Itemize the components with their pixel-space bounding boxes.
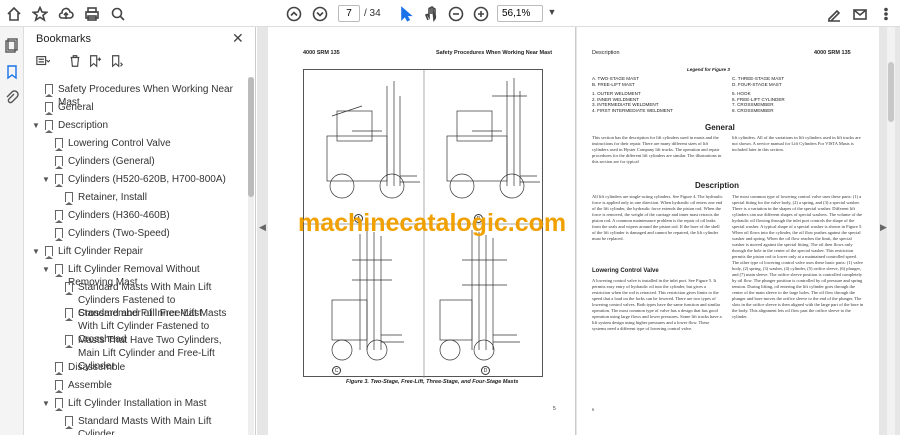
bookmark-icon: [55, 174, 63, 187]
figure-label-d: D: [481, 366, 490, 375]
page-total: / 34: [364, 8, 381, 19]
bookmark-item[interactable]: Standard Masts With Main Lift Cylinder: [65, 415, 246, 435]
bookmarks-scrollbar[interactable]: [248, 77, 254, 435]
next-page-icon[interactable]: [310, 4, 330, 24]
bookmark-icon: [45, 84, 53, 97]
bookmark-icon: [65, 308, 73, 321]
description-text-col1: All lift cylinders are single-acting cyl…: [592, 194, 723, 241]
star-icon[interactable]: [30, 4, 50, 24]
chevron-down-icon[interactable]: ▼: [42, 263, 50, 276]
more-icon[interactable]: [876, 4, 896, 24]
bookmark-icon: [65, 282, 73, 295]
chevron-down-icon[interactable]: ▼: [32, 245, 40, 258]
bookmark-icon: [65, 416, 73, 429]
page-number: 5: [553, 406, 556, 412]
page-header-left: 4000 SRM 135: [303, 50, 340, 56]
bookmark-icon: [45, 120, 53, 133]
document-page-right: Description 4000 SRM 135 Legend for Figu…: [577, 27, 879, 435]
page-number-input[interactable]: [338, 5, 360, 22]
general-text-col1: This section has the description for lif…: [592, 135, 722, 164]
toolbar: / 34 ▼: [0, 0, 900, 27]
bookmark-item[interactable]: Cylinders (H360-460B): [55, 209, 170, 223]
zoom-level-input[interactable]: [497, 5, 543, 22]
delete-bookmark-icon[interactable]: [68, 54, 84, 70]
pages-thumbnails-icon[interactable]: [4, 37, 20, 53]
general-text-col2: lift cylinders. All of the variations in…: [732, 135, 861, 152]
bookmark-item[interactable]: Disassemble: [55, 361, 125, 375]
bookmark-icon: [45, 102, 53, 115]
bookmark-icon: [55, 264, 63, 277]
heading-general: General: [705, 123, 735, 132]
zoom-out-icon[interactable]: [446, 4, 466, 24]
chevron-down-icon[interactable]: ▼: [32, 119, 40, 132]
heading-description: Description: [695, 181, 740, 190]
bookmarks-panel: Bookmarks ✕ Safety Procedures When Worki…: [24, 27, 256, 435]
bookmark-item[interactable]: Assemble: [55, 379, 112, 393]
bookmark-icon: [55, 156, 63, 169]
bookmark-item[interactable]: ▼ Lift Cylinder Repair: [32, 245, 143, 259]
bookmark-item[interactable]: ▼ Description: [32, 119, 108, 133]
bookmark-list: Safety Procedures When Working Near Mast…: [24, 77, 246, 435]
navigation-rail: [0, 27, 24, 435]
figure-caption: Figure 3. Two-Stage, Free-Lift, Three-St…: [346, 379, 519, 385]
bookmark-icon: [55, 398, 63, 411]
scrollbar-thumb[interactable]: [248, 77, 254, 197]
sign-icon[interactable]: [824, 4, 844, 24]
page-header-right: 4000 SRM 135: [814, 50, 851, 56]
bookmark-icon: [65, 335, 73, 348]
bookmark-item[interactable]: Lowering Control Valve: [55, 137, 171, 151]
bookmark-icon: [55, 362, 63, 375]
chevron-down-icon[interactable]: ▼: [42, 397, 50, 410]
add-bookmark-icon[interactable]: [88, 54, 104, 70]
bookmark-item[interactable]: Cylinders (Two-Speed): [55, 227, 170, 241]
watermark: machinecatalogic.com: [298, 209, 567, 237]
bookmark-icon: [55, 210, 63, 223]
document-scrollbar[interactable]: [887, 27, 895, 435]
legend-title: Legend for Figure 3: [687, 67, 730, 72]
figure-label-c: C: [332, 366, 341, 375]
select-cursor-icon[interactable]: [396, 4, 416, 24]
legend-column-2: C. THREE-STAGE MAST D. FOUR-STAGE MAST 5…: [732, 76, 785, 113]
options-menu-icon[interactable]: [36, 54, 52, 70]
bookmark-icon: [55, 138, 63, 151]
hand-icon[interactable]: [421, 4, 441, 24]
page-number: 6: [592, 407, 595, 412]
bookmarks-toolbar: [32, 54, 232, 74]
home-icon[interactable]: [4, 4, 24, 24]
close-icon[interactable]: ✕: [232, 30, 244, 47]
attachment-icon[interactable]: [4, 90, 20, 106]
bookmark-item[interactable]: ▼ Lift Cylinder Installation in Mast: [42, 397, 206, 411]
bookmark-icon: [65, 192, 73, 205]
expand-panel-icon[interactable]: ▶: [880, 222, 887, 233]
bookmark-item[interactable]: Cylinders (General): [55, 155, 155, 169]
page-header-right: Safety Procedures When Working Near Mast: [436, 50, 553, 56]
prev-page-icon[interactable]: [284, 4, 304, 24]
zoom-dropdown-icon[interactable]: ▼: [545, 7, 559, 21]
chevron-down-icon[interactable]: ▼: [42, 173, 50, 186]
scrollbar-thumb[interactable]: [888, 62, 894, 122]
page-header-left: Description: [592, 50, 620, 56]
zoom-in-icon[interactable]: [471, 4, 491, 24]
bookmarks-title: Bookmarks: [36, 33, 92, 45]
bookmark-item[interactable]: General: [45, 101, 94, 115]
legend-column-1: A. TWO-STAGE MAST B. FREE-LIFT MAST 1. O…: [592, 76, 673, 113]
bookmark-panel-icon[interactable]: [4, 64, 20, 80]
bookmark-item[interactable]: ▼ Cylinders (H520-620B, H700-800A): [42, 173, 226, 187]
subheading-lowering-control-valve: Lowering Control Valve: [592, 268, 659, 274]
bookmark-icon: [45, 246, 53, 259]
bookmark-icon: [55, 380, 63, 393]
search-icon[interactable]: [108, 4, 128, 24]
email-icon[interactable]: [850, 4, 870, 24]
print-icon[interactable]: [82, 4, 102, 24]
bookmark-item[interactable]: Retainer, Install: [65, 191, 147, 205]
bookmark-icon: [55, 228, 63, 241]
expand-bookmark-icon[interactable]: [110, 54, 126, 70]
description-text-col2: The most common type of lowering control…: [732, 194, 864, 319]
valve-text-col1: A lowering control valve is installed in…: [592, 278, 722, 331]
collapse-panel-icon[interactable]: ◀: [259, 222, 266, 233]
upload-icon[interactable]: [56, 4, 76, 24]
